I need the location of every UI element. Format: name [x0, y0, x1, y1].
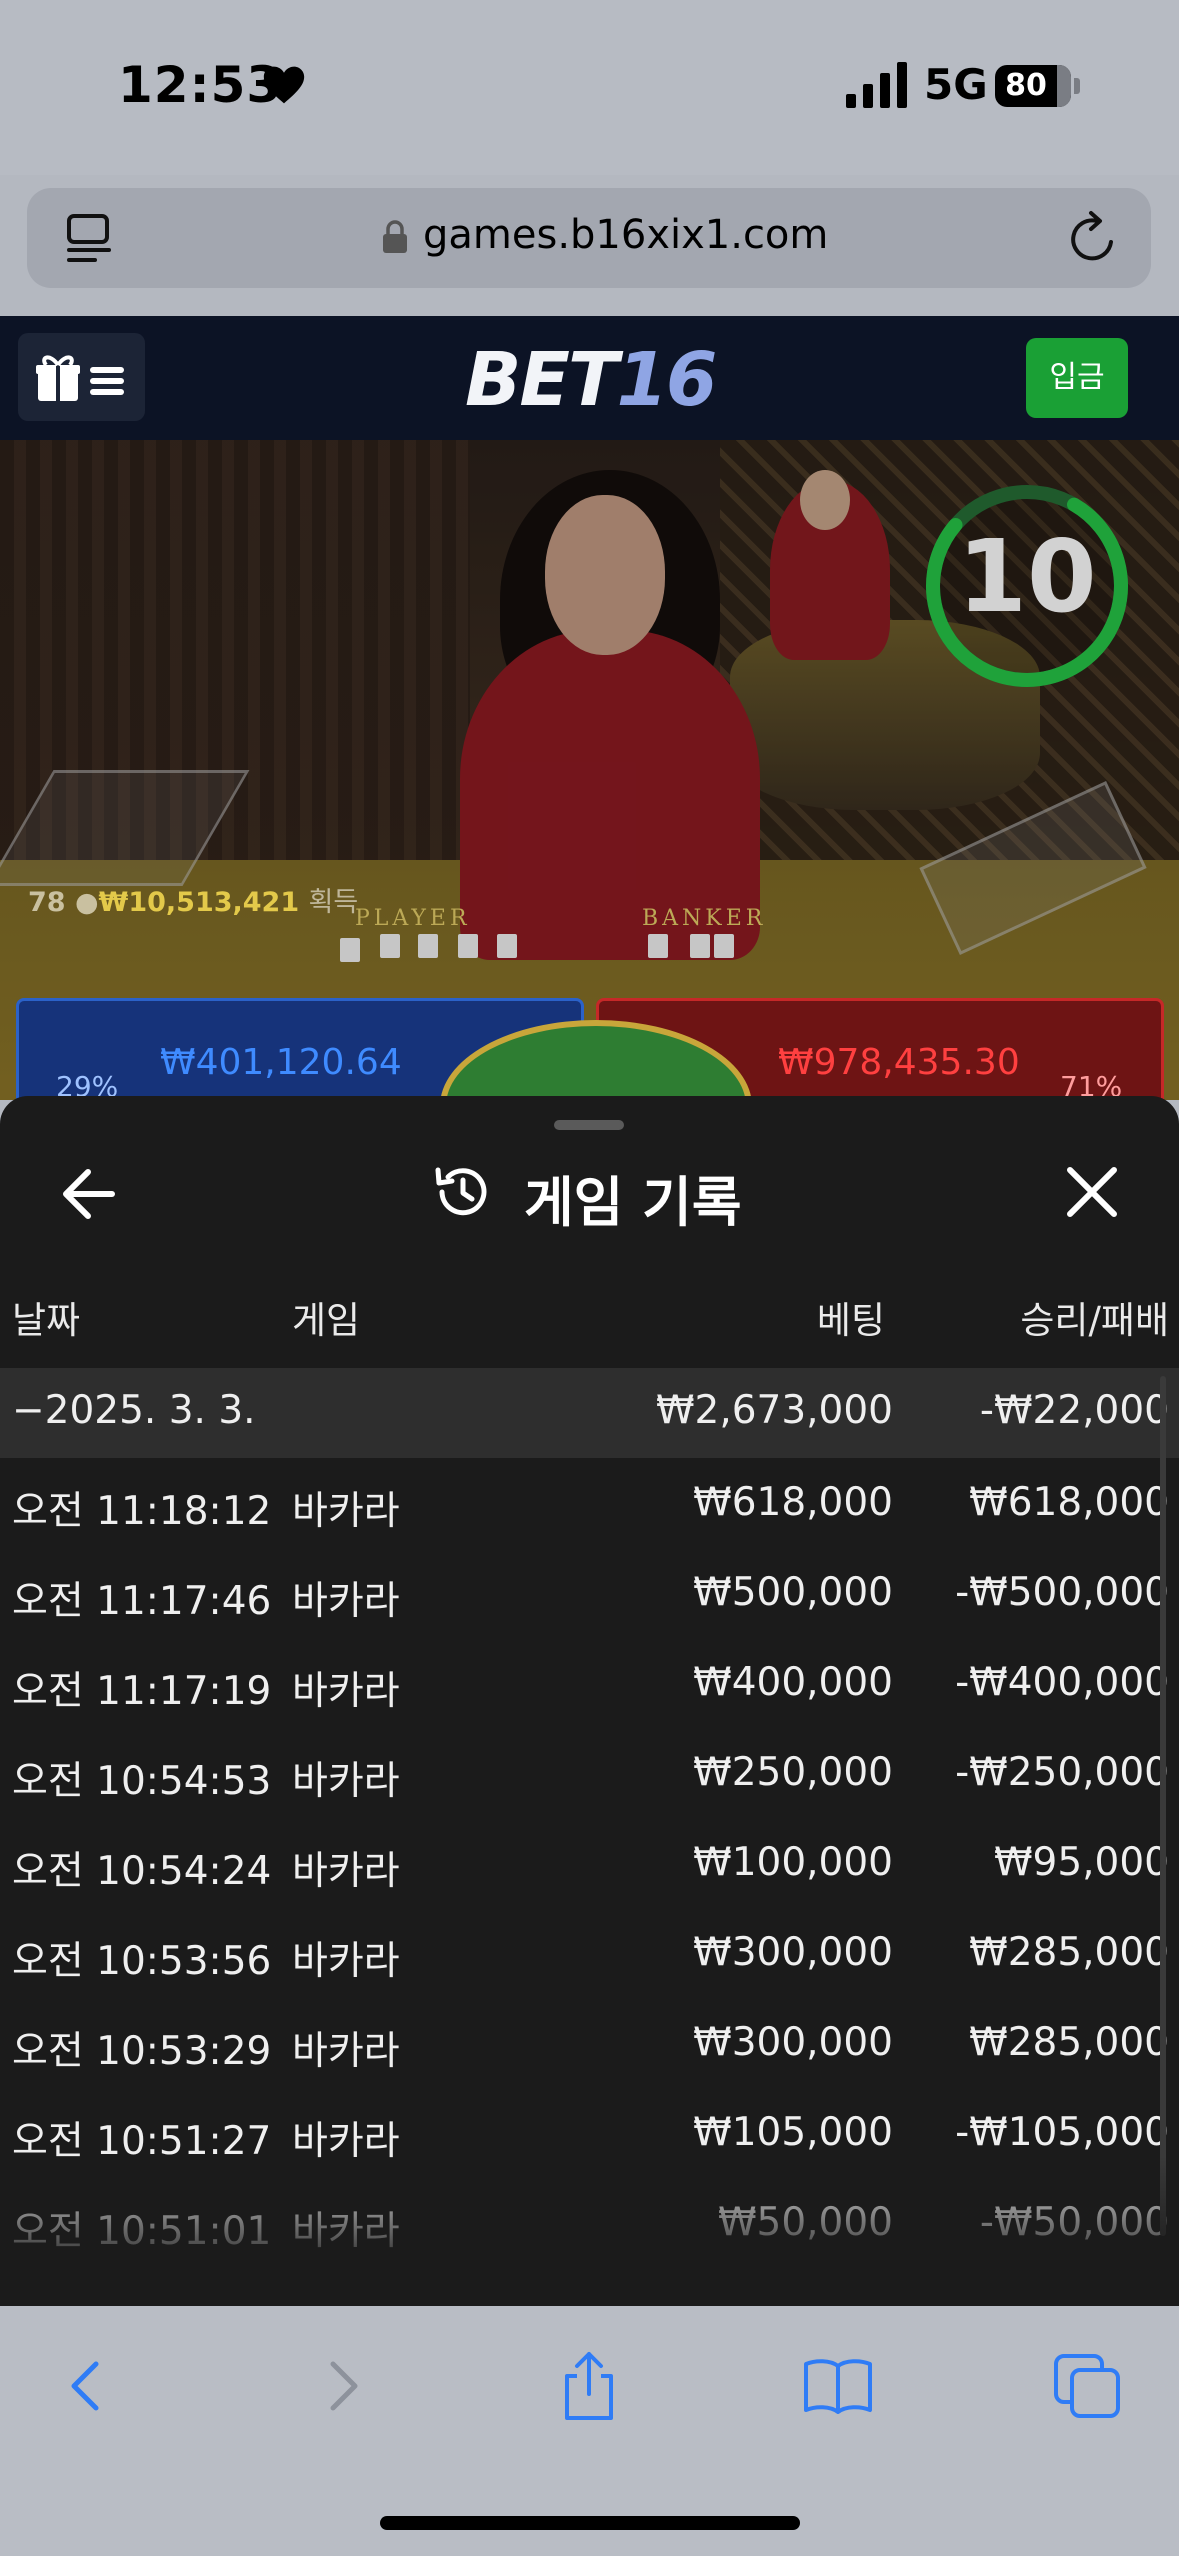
date-group-win-loss: -₩22,000	[979, 1388, 1169, 1433]
forward-icon[interactable]	[305, 2350, 377, 2422]
row-game: 바카라	[292, 1849, 400, 1894]
site-header: BET16 입금	[0, 316, 1179, 440]
row-result: -₩500,000	[955, 1570, 1169, 1615]
menu-button[interactable]	[18, 333, 145, 421]
logo-text-bet: BET	[465, 337, 618, 423]
row-time: 오전 11:17:19	[12, 1669, 272, 1714]
history-row[interactable]: 오전 11:18:12 바카라 ₩618,000 ₩618,000	[0, 1458, 1179, 1548]
row-game: 바카라	[292, 2029, 400, 2074]
column-header-bet: 베팅	[816, 1299, 885, 1342]
row-bet: ₩300,000	[693, 2020, 893, 2065]
url-text[interactable]: games.b16xix1.com	[423, 212, 828, 258]
history-row[interactable]: 오전 10:54:53 바카라 ₩250,000 -₩250,000	[0, 1728, 1179, 1818]
row-game: 바카라	[292, 1489, 400, 1534]
status-time: 12:53	[118, 56, 283, 114]
row-bet: ₩400,000	[693, 1660, 893, 1705]
signal-icon	[846, 62, 907, 108]
game-history-sheet: 게임 기록 날짜 게임 베팅 승리/패배 −2025. 3. 3. ₩2,673…	[0, 1096, 1179, 2306]
date-group-date: −2025. 3. 3.	[12, 1388, 256, 1433]
history-row[interactable]: 오전 11:17:46 바카라 ₩500,000 -₩500,000	[0, 1548, 1179, 1638]
row-time: 오전 10:53:29	[12, 2029, 272, 2074]
share-icon[interactable]	[553, 2350, 625, 2422]
history-row[interactable]: 오전 10:53:56 바카라 ₩300,000 ₩285,000	[0, 1908, 1179, 1998]
row-game: 바카라	[292, 1939, 400, 1984]
close-icon[interactable]	[1064, 1164, 1120, 1220]
gift-icon	[36, 355, 124, 401]
winners-label: 획득	[308, 887, 359, 918]
row-result: ₩618,000	[969, 1480, 1169, 1525]
row-time: 오전 11:18:12	[12, 1489, 272, 1534]
row-result: -₩105,000	[955, 2110, 1169, 2155]
lock-icon	[383, 220, 407, 253]
back-arrow-icon[interactable]	[58, 1166, 118, 1222]
row-time: 오전 10:54:24	[12, 1849, 272, 1894]
history-row[interactable]: 오전 10:53:29 바카라 ₩300,000 ₩285,000	[0, 1998, 1179, 2088]
row-result: -₩250,000	[955, 1750, 1169, 1795]
history-row[interactable]: 오전 10:54:24 바카라 ₩100,000 ₩95,000	[0, 1818, 1179, 1908]
reload-icon[interactable]	[1067, 210, 1121, 266]
banker-total: ₩978,435.30	[778, 1042, 1020, 1083]
logo-text-16: 16	[616, 337, 717, 423]
row-result: -₩400,000	[955, 1660, 1169, 1705]
player-total: ₩401,120.64	[160, 1042, 402, 1083]
history-icon	[435, 1167, 487, 1216]
row-result: ₩95,000	[993, 1840, 1169, 1885]
date-group-row[interactable]: −2025. 3. 3. ₩2,673,000 -₩22,000	[0, 1368, 1179, 1458]
winners-amount: ₩10,513,421	[98, 887, 300, 918]
column-header-win-loss: 승리/패배	[1020, 1299, 1169, 1342]
home-indicator	[380, 2516, 800, 2530]
back-icon[interactable]	[52, 2350, 124, 2422]
user-icon: ●	[74, 887, 99, 918]
date-group-bet: ₩2,673,000	[655, 1388, 893, 1433]
row-time: 오전 10:54:53	[12, 1759, 272, 1804]
row-bet: ₩618,000	[693, 1480, 893, 1525]
site-logo[interactable]: BET16	[465, 337, 717, 423]
column-header-date: 날짜	[12, 1299, 81, 1342]
row-time: 오전 10:53:56	[12, 1939, 272, 1984]
deposit-button[interactable]: 입금	[1026, 338, 1128, 418]
row-bet: ₩105,000	[693, 2110, 893, 2155]
address-bar[interactable]: games.b16xix1.com	[27, 188, 1151, 288]
row-game: 바카라	[292, 1579, 400, 1624]
tabs-overview-icon[interactable]	[1052, 2350, 1124, 2422]
sheet-title: 게임 기록	[524, 1171, 742, 1234]
row-bet: ₩100,000	[693, 1840, 893, 1885]
status-bar: 12:53 5G 80	[0, 0, 1179, 175]
row-bet: ₩300,000	[693, 1930, 893, 1975]
heart-icon	[263, 66, 305, 104]
row-time: 오전 11:17:46	[12, 1579, 272, 1624]
row-bet: ₩250,000	[693, 1750, 893, 1795]
battery-level: 80	[1005, 68, 1047, 103]
winners-count: 78	[28, 887, 66, 918]
history-row[interactable]: 오전 11:17:19 바카라 ₩400,000 -₩400,000	[0, 1638, 1179, 1728]
winners-ticker: 78 ●₩10,513,421 획득	[28, 880, 358, 919]
sheet-grabber[interactable]	[554, 1120, 624, 1130]
row-bet: ₩500,000	[693, 1570, 893, 1615]
row-game: 바카라	[292, 1759, 400, 1804]
bookmarks-icon[interactable]	[802, 2350, 874, 2422]
network-type: 5G	[924, 60, 988, 109]
row-result: ₩285,000	[969, 2020, 1169, 2065]
column-header-game: 게임	[292, 1299, 361, 1342]
scrollbar[interactable]	[1160, 1376, 1166, 2236]
countdown-timer: 10	[957, 518, 1097, 635]
row-result: ₩285,000	[969, 1930, 1169, 1975]
row-game: 바카라	[292, 1669, 400, 1714]
battery-icon: 80	[995, 65, 1071, 107]
browser-toolbar	[0, 2306, 1179, 2556]
tabs-icon[interactable]	[65, 212, 115, 264]
